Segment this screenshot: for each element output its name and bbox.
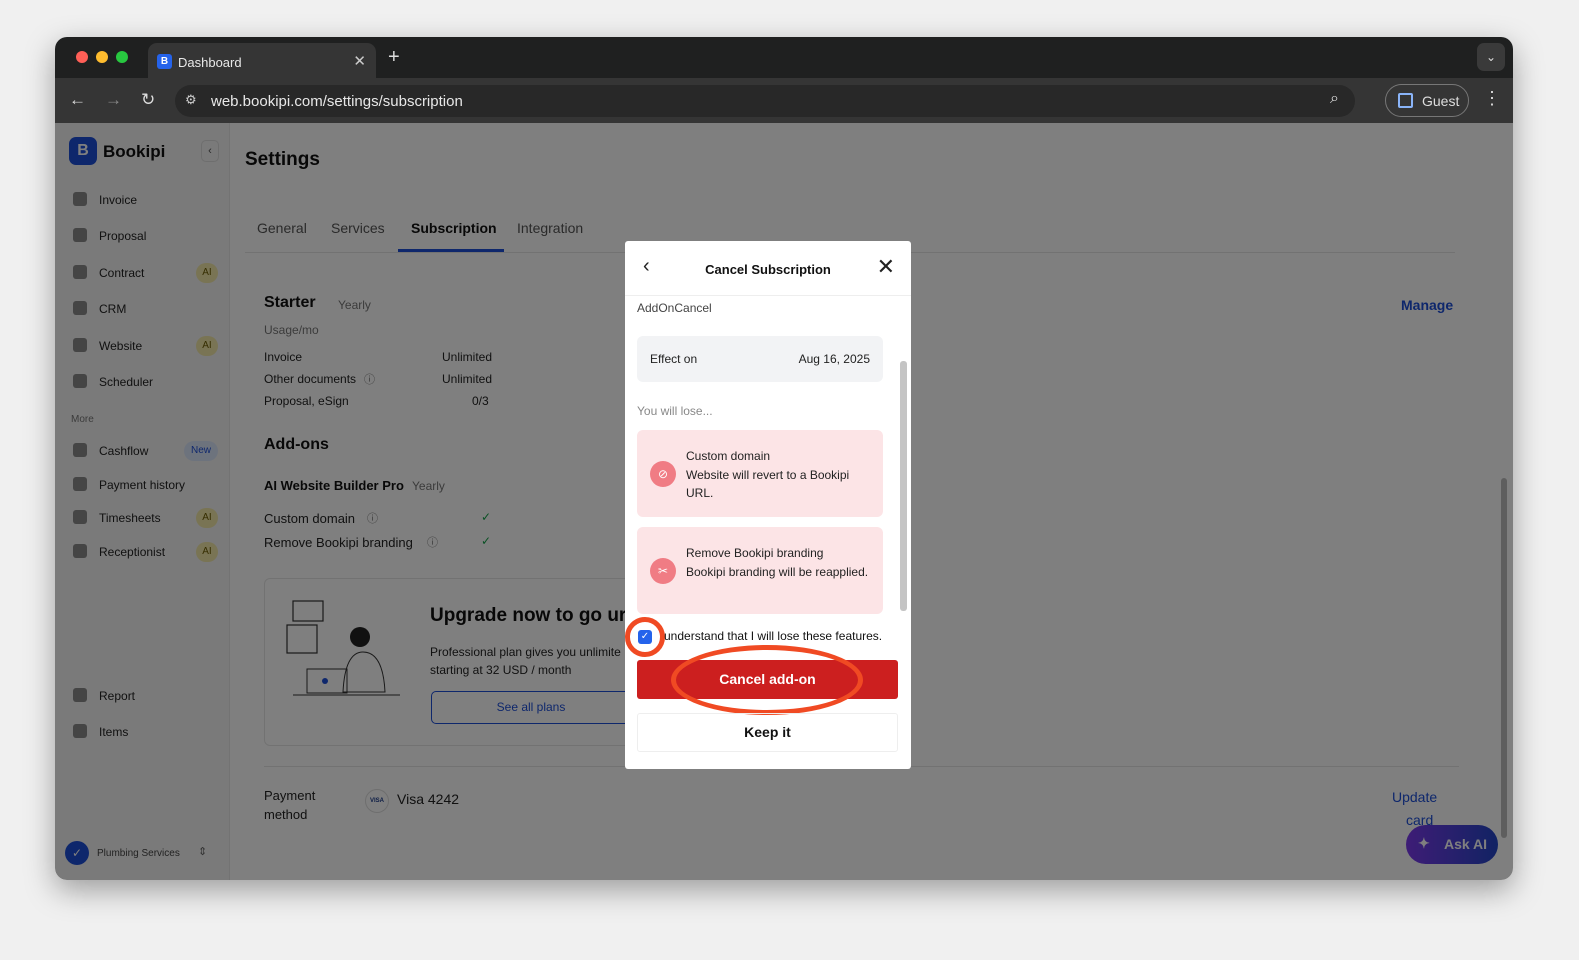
modal-scrollbar[interactable] [900, 361, 907, 611]
back-icon[interactable]: ← [69, 90, 86, 110]
tab-title: Dashboard [178, 55, 242, 70]
modal-header: ‹ Cancel Subscription ✕ [625, 241, 911, 296]
lose-label: You will lose... [637, 404, 713, 418]
forward-icon[interactable]: → [105, 90, 122, 110]
lost-feature-title: Custom domain [686, 449, 771, 463]
close-tab-icon[interactable]: ✕ [353, 52, 366, 70]
effect-date-box: Effect on Aug 16, 2025 [637, 336, 883, 382]
branding-off-icon: ✂ [650, 558, 676, 584]
domain-off-icon: ⊘ [650, 461, 676, 487]
site-info-icon[interactable]: ⚙ [185, 92, 197, 108]
url-text[interactable]: web.bookipi.com/settings/subscription [211, 93, 463, 110]
cancel-subscription-modal: ‹ Cancel Subscription ✕ AddOnCancel Effe… [625, 241, 911, 769]
lost-feature-card: ⊘ Custom domain Website will revert to a … [637, 430, 883, 517]
profile-button[interactable]: Guest [1385, 84, 1469, 117]
close-window-button[interactable] [76, 51, 88, 63]
modal-title: Cancel Subscription [705, 262, 831, 277]
lost-feature-card: ✂ Remove Bookipi branding Bookipi brandin… [637, 527, 883, 614]
browser-tab[interactable]: B Dashboard ✕ [148, 43, 376, 78]
address-bar[interactable]: ⚙ web.bookipi.com/settings/subscription … [175, 85, 1355, 117]
browser-toolbar: ← → ↻ ⚙ web.bookipi.com/settings/subscri… [55, 78, 1513, 123]
confirm-label[interactable]: understand that I will lose these featur… [664, 629, 882, 643]
zoom-icon[interactable]: ⌕ [1330, 90, 1339, 108]
browser-window: B Dashboard ✕ + ⌄ ← → ↻ ⚙ web.bookipi.co… [55, 37, 1513, 880]
close-icon[interactable]: ✕ [877, 254, 895, 280]
lost-feature-desc: Website will revert to a Bookipi URL. [686, 467, 850, 501]
profile-icon [1398, 93, 1413, 108]
lost-feature-title: Remove Bookipi branding [686, 546, 824, 560]
browser-menu-icon[interactable]: ⋮ [1483, 88, 1501, 109]
tab-bar: B Dashboard ✕ + ⌄ [55, 37, 1513, 78]
minimize-window-button[interactable] [96, 51, 108, 63]
annotation-ellipse [671, 645, 863, 715]
keep-it-button[interactable]: Keep it [637, 713, 898, 752]
tab-search-chevron-icon[interactable]: ⌄ [1477, 43, 1505, 71]
reload-icon[interactable]: ↻ [141, 90, 155, 110]
bookipi-favicon-icon: B [157, 54, 172, 69]
new-tab-icon[interactable]: + [388, 46, 400, 69]
effect-date: Aug 16, 2025 [798, 352, 870, 366]
profile-label: Guest [1422, 93, 1460, 109]
annotation-circle [625, 617, 665, 657]
modal-subtitle: AddOnCancel [637, 301, 712, 315]
lost-feature-desc: Bookipi branding will be reapplied. [686, 564, 869, 579]
maximize-window-button[interactable] [116, 51, 128, 63]
effect-label: Effect on [650, 352, 698, 366]
